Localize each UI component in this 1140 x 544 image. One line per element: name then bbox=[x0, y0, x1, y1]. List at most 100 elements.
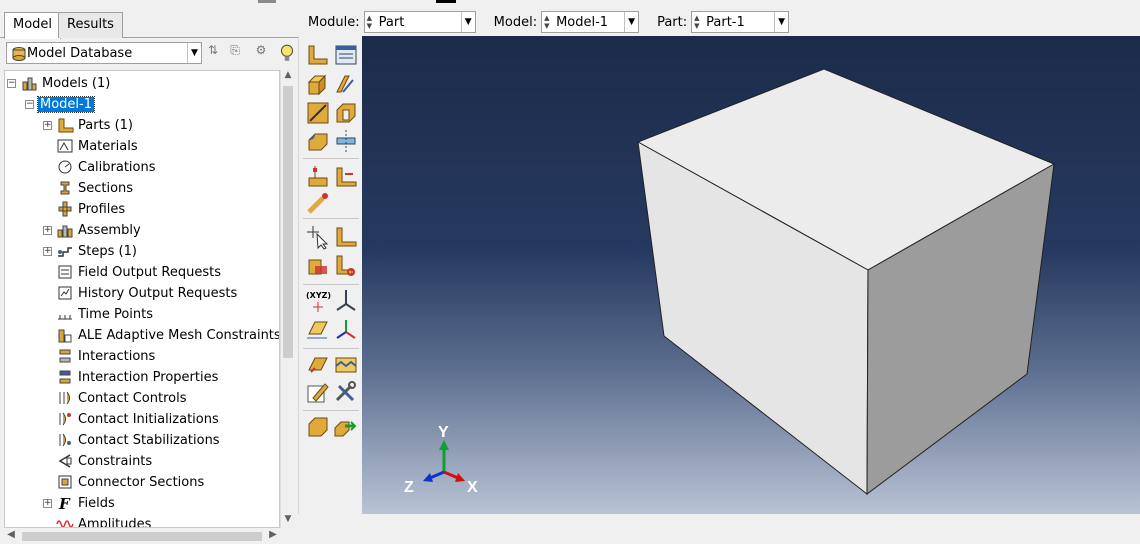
assign-section-icon[interactable] bbox=[305, 414, 331, 440]
tree-label: Contact Initializations bbox=[78, 411, 219, 427]
viewport[interactable]: Y X Z bbox=[362, 36, 1140, 514]
create-solid-extrude-icon[interactable] bbox=[305, 72, 331, 98]
chevron-down-icon[interactable]: ▼ bbox=[774, 12, 788, 32]
database-icon bbox=[12, 47, 26, 61]
part-toolbox: (XYZ) bbox=[298, 36, 362, 514]
part-select[interactable]: ▲ ▼ Part-1 ▼ bbox=[691, 11, 790, 33]
tree-label: Amplitudes bbox=[78, 516, 152, 528]
module-select[interactable]: ▲ ▼ Part ▼ bbox=[363, 11, 476, 33]
tree-node-model-1[interactable]: − Model-1 bbox=[25, 94, 95, 114]
parts-icon bbox=[58, 118, 74, 133]
datum-plane-icon[interactable] bbox=[305, 316, 331, 342]
create-part-icon[interactable] bbox=[305, 42, 331, 68]
tree-label: Constraints bbox=[78, 453, 153, 469]
tree-horizontal-scrollbar[interactable]: ◀ ▶ bbox=[4, 528, 280, 544]
create-wire-icon[interactable] bbox=[305, 100, 331, 126]
tree-node-contact-controls[interactable]: Contact Controls bbox=[43, 388, 186, 408]
tree-label: Time Points bbox=[78, 306, 153, 322]
tree-node-steps[interactable]: + Steps (1) bbox=[43, 241, 137, 261]
tree-node-calibrations[interactable]: Calibrations bbox=[43, 157, 156, 177]
tab-results[interactable]: Results bbox=[58, 12, 123, 38]
tree-label: Materials bbox=[78, 138, 138, 154]
tree-node-ale-mesh[interactable]: ALE Adaptive Mesh Constraints bbox=[43, 325, 279, 345]
tree-node-sections[interactable]: Sections bbox=[43, 178, 133, 198]
tree-node-contact-initializations[interactable]: Contact Initializations bbox=[43, 409, 219, 429]
repair-edge-icon[interactable] bbox=[333, 352, 359, 378]
scroll-left-icon[interactable]: ◀ bbox=[4, 529, 18, 540]
datum-csys-icon[interactable] bbox=[333, 316, 359, 342]
top-strip bbox=[0, 0, 1140, 8]
time-points-icon bbox=[58, 315, 72, 320]
convert-part-icon[interactable] bbox=[333, 414, 359, 440]
tree-node-time-points[interactable]: Time Points bbox=[43, 304, 153, 324]
tree-node-amplitudes[interactable]: Amplitudes bbox=[43, 514, 152, 528]
lightbulb-icon[interactable] bbox=[278, 43, 296, 63]
tree-vertical-scrollbar[interactable]: ▲ ▼ bbox=[280, 70, 294, 528]
tree-node-interaction-properties[interactable]: Interaction Properties bbox=[43, 367, 218, 387]
model-select[interactable]: ▲ ▼ Model-1 ▼ bbox=[541, 11, 640, 33]
tools-icon[interactable] bbox=[333, 380, 359, 406]
model-database-select[interactable]: Model Database ▼ bbox=[6, 42, 202, 64]
datum-point-xyz-icon[interactable]: (XYZ) bbox=[305, 288, 331, 314]
cut-feature-icon[interactable] bbox=[333, 252, 359, 278]
edit-feature-icon[interactable] bbox=[305, 380, 331, 406]
interaction-properties-icon bbox=[59, 370, 71, 384]
repair-face-icon[interactable] bbox=[305, 352, 331, 378]
tree-node-constraints[interactable]: Constraints bbox=[43, 451, 152, 471]
tree-node-contact-stabilizations[interactable]: Contact Stabilizations bbox=[43, 430, 220, 450]
tree-label: Parts (1) bbox=[78, 117, 133, 133]
datum-axis-icon[interactable] bbox=[333, 288, 359, 314]
steps-icon bbox=[58, 247, 72, 257]
collapse-icon[interactable]: − bbox=[25, 99, 34, 109]
create-round-icon[interactable] bbox=[305, 128, 331, 154]
tree-node-fields[interactable]: + F Fields bbox=[43, 493, 115, 513]
expand-icon[interactable]: + bbox=[43, 120, 52, 130]
collapse-icon[interactable]: − bbox=[7, 78, 16, 88]
part-manager-icon[interactable] bbox=[333, 42, 359, 68]
create-point-icon[interactable] bbox=[333, 224, 359, 250]
tree-node-connector-sections[interactable]: Connector Sections bbox=[43, 472, 204, 492]
context-bar: Module: ▲ ▼ Part ▼ Model: ▲ ▼ Model-1 ▼ Pa… bbox=[300, 8, 1140, 36]
models-icon bbox=[22, 77, 37, 91]
scroll-up-icon[interactable]: ▲ bbox=[281, 70, 295, 84]
scrollbar-thumb[interactable] bbox=[283, 86, 293, 358]
chevron-down-icon[interactable]: ▼ bbox=[187, 43, 201, 63]
spin-arrows-icon[interactable]: ▲ ▼ bbox=[694, 14, 699, 30]
sort-arrows-icon[interactable]: ⇅ bbox=[204, 43, 222, 63]
tree-node-models[interactable]: − Models (1) bbox=[7, 73, 110, 93]
tree-node-parts[interactable]: + Parts (1) bbox=[43, 115, 133, 135]
tab-model[interactable]: Model bbox=[4, 12, 62, 39]
expand-icon[interactable]: + bbox=[43, 498, 52, 508]
virtual-topology-icon[interactable] bbox=[305, 190, 331, 216]
tree-label: Models (1) bbox=[42, 75, 111, 91]
tree-label: Calibrations bbox=[78, 159, 156, 175]
expand-icon[interactable]: + bbox=[43, 246, 52, 256]
filter-tree-icon[interactable]: ⚙ bbox=[252, 43, 270, 63]
tree-node-interactions[interactable]: Interactions bbox=[43, 346, 155, 366]
model-tree-panel: Model Results Model Database ▼ ⇅ ⎘ ⚙ − M… bbox=[0, 8, 298, 544]
scroll-down-icon[interactable]: ▼ bbox=[281, 514, 295, 528]
chevron-down-icon[interactable]: ▼ bbox=[460, 12, 475, 32]
expand-icon[interactable]: + bbox=[43, 225, 52, 235]
bottom-panel bbox=[298, 514, 1140, 544]
scroll-right-icon[interactable]: ▶ bbox=[266, 529, 280, 540]
partition-edge-icon[interactable] bbox=[333, 164, 359, 190]
tree-node-history-output[interactable]: History Output Requests bbox=[43, 283, 237, 303]
database-bar: Model Database ▼ ⇅ ⎘ ⚙ bbox=[4, 42, 296, 66]
query-select-icon[interactable] bbox=[305, 224, 331, 250]
create-solid-revolve-icon[interactable] bbox=[305, 252, 331, 278]
tree-node-field-output[interactable]: Field Output Requests bbox=[43, 262, 221, 282]
create-cut-extrude-icon[interactable] bbox=[333, 100, 359, 126]
create-shell-icon[interactable] bbox=[333, 72, 359, 98]
partition-face-icon[interactable] bbox=[305, 164, 331, 190]
tree-node-profiles[interactable]: Profiles bbox=[43, 199, 125, 219]
chevron-down-icon[interactable]: ▼ bbox=[624, 12, 638, 32]
tree-node-materials[interactable]: Materials bbox=[43, 136, 138, 156]
tree-label: Contact Stabilizations bbox=[78, 432, 220, 448]
create-datum-icon[interactable] bbox=[333, 128, 359, 154]
scrollbar-thumb[interactable] bbox=[22, 532, 262, 541]
collapse-folder-icon[interactable]: ⎘ bbox=[226, 43, 244, 63]
spin-arrows-icon[interactable]: ▲ ▼ bbox=[544, 14, 549, 30]
spin-arrows-icon[interactable]: ▲ ▼ bbox=[367, 14, 372, 30]
tree-node-assembly[interactable]: + Assembly bbox=[43, 220, 141, 240]
